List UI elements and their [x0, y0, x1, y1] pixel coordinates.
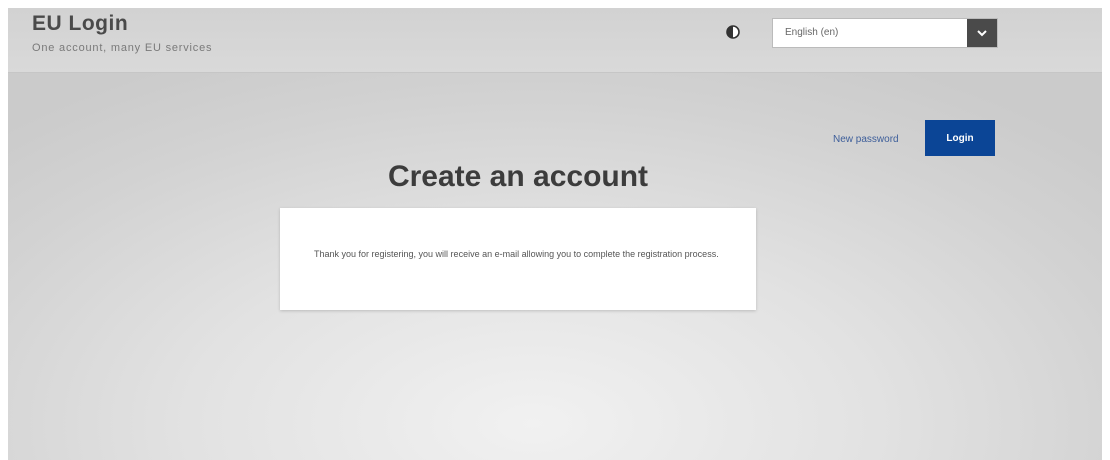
language-select[interactable]: English (en) — [772, 18, 998, 48]
chevron-down-icon — [977, 30, 987, 37]
page-frame: EU Login One account, many EU services E… — [8, 8, 1102, 460]
brand-subtitle: One account, many EU services — [32, 42, 213, 54]
contrast-icon[interactable] — [726, 25, 740, 39]
language-selected-value: English (en) — [785, 27, 839, 38]
language-dropdown-button[interactable] — [967, 19, 997, 47]
brand-title: EU Login — [32, 12, 129, 35]
site-header: EU Login One account, many EU services E… — [8, 8, 1102, 73]
login-button[interactable]: Login — [925, 120, 995, 156]
page-title: Create an account — [387, 160, 649, 193]
confirmation-message: Thank you for registering, you will rece… — [314, 249, 719, 259]
confirmation-card: Thank you for registering, you will rece… — [280, 208, 756, 310]
new-password-link[interactable]: New password — [833, 134, 899, 145]
